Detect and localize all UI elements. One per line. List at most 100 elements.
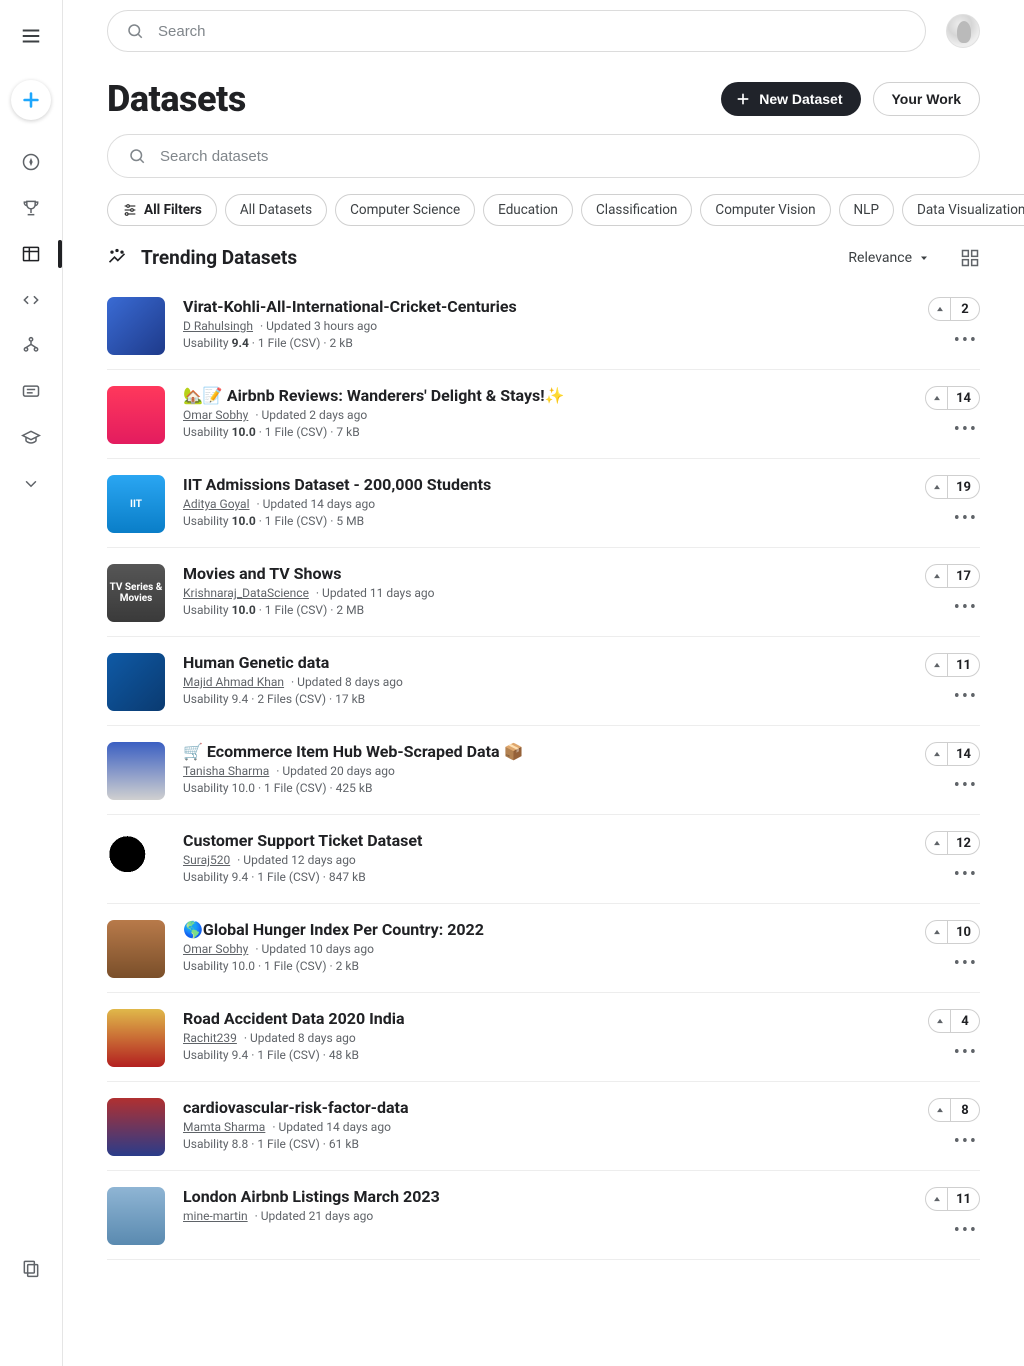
dataset-thumbnail: IIT: [107, 475, 165, 533]
upvote-button[interactable]: 4: [928, 1009, 980, 1033]
dataset-thumbnail: [107, 297, 165, 355]
dataset-title[interactable]: IIT Admissions Dataset - 200,000 Student…: [183, 475, 890, 494]
chip-data-visualization[interactable]: Data Visualization: [902, 194, 1024, 226]
upvote-button[interactable]: 11: [925, 1187, 980, 1211]
dataset-author[interactable]: Omar Sobhy: [183, 942, 248, 956]
nav-discussions[interactable]: [13, 374, 49, 410]
chip-classification[interactable]: Classification: [581, 194, 692, 226]
dataset-thumbnail: [107, 386, 165, 444]
dataset-title[interactable]: London Airbnb Listings March 2023: [183, 1187, 890, 1206]
avatar[interactable]: [946, 14, 980, 48]
more-menu-icon[interactable]: •••: [954, 1138, 980, 1150]
dataset-author[interactable]: Majid Ahmad Khan: [183, 675, 284, 689]
dataset-row[interactable]: IIT IIT Admissions Dataset - 200,000 Stu…: [107, 459, 980, 548]
filter-chip-row: All Filters All Datasets Computer Scienc…: [63, 194, 1024, 246]
dataset-row[interactable]: TV Series & Movies Movies and TV Shows K…: [107, 548, 980, 637]
datasets-search-input[interactable]: [160, 148, 959, 165]
dataset-row[interactable]: Road Accident Data 2020 India Rachit239 …: [107, 993, 980, 1082]
more-menu-icon[interactable]: •••: [954, 1227, 980, 1239]
dataset-title[interactable]: cardiovascular-risk-factor-data: [183, 1098, 890, 1117]
global-search-input[interactable]: [158, 23, 907, 40]
dataset-thumbnail: [107, 1098, 165, 1156]
upvote-count: 11: [948, 1188, 979, 1210]
upvote-button[interactable]: 11: [925, 653, 980, 677]
upvote-button[interactable]: 8: [928, 1098, 980, 1122]
dataset-stats: Usability 8.8 · 1 File (CSV) · 61 kB: [183, 1137, 890, 1151]
chip-computer-vision[interactable]: Computer Vision: [700, 194, 830, 226]
hamburger-menu-icon[interactable]: [13, 18, 49, 54]
chip-education[interactable]: Education: [483, 194, 573, 226]
page-title: Datasets: [107, 78, 709, 120]
dataset-title[interactable]: Movies and TV Shows: [183, 564, 890, 583]
upvote-button[interactable]: 2: [928, 297, 980, 321]
dataset-title[interactable]: Customer Support Ticket Dataset: [183, 831, 890, 850]
chip-all-filters[interactable]: All Filters: [107, 194, 217, 226]
nav-competitions[interactable]: [13, 190, 49, 226]
nav-home[interactable]: [13, 144, 49, 180]
nav-models[interactable]: [13, 328, 49, 364]
caret-up-icon: [929, 1010, 951, 1032]
dataset-author[interactable]: Krishnaraj_DataScience: [183, 586, 309, 600]
more-menu-icon[interactable]: •••: [954, 782, 980, 794]
dataset-author[interactable]: Aditya Goyal: [183, 497, 250, 511]
dataset-updated: Updated 8 days ago: [241, 1031, 356, 1045]
more-menu-icon[interactable]: •••: [954, 515, 980, 527]
dataset-author[interactable]: Tanisha Sharma: [183, 764, 269, 778]
dataset-title[interactable]: Road Accident Data 2020 India: [183, 1009, 890, 1028]
datasets-search[interactable]: [107, 134, 980, 178]
upvote-button[interactable]: 14: [925, 386, 980, 410]
dataset-author[interactable]: D Rahulsingh: [183, 319, 253, 333]
dataset-updated: Updated 3 hours ago: [257, 319, 377, 333]
dataset-row[interactable]: 🌎Global Hunger Index Per Country: 2022 O…: [107, 904, 980, 993]
dataset-author[interactable]: mine-martin: [183, 1209, 248, 1223]
dataset-thumbnail: [107, 831, 165, 889]
chip-computer-science[interactable]: Computer Science: [335, 194, 475, 226]
dataset-row[interactable]: Customer Support Ticket Dataset Suraj520…: [107, 815, 980, 904]
more-menu-icon[interactable]: •••: [954, 960, 980, 972]
more-menu-icon[interactable]: •••: [954, 693, 980, 705]
more-menu-icon[interactable]: •••: [954, 426, 980, 438]
nav-code[interactable]: [13, 282, 49, 318]
dataset-author[interactable]: Omar Sobhy: [183, 408, 248, 422]
upvote-button[interactable]: 14: [925, 742, 980, 766]
caret-up-icon: [929, 298, 951, 320]
dataset-row[interactable]: 🏡📝 Airbnb Reviews: Wanderers' Delight & …: [107, 370, 980, 459]
dataset-row[interactable]: London Airbnb Listings March 2023 mine-m…: [107, 1171, 980, 1260]
dataset-title[interactable]: Virat-Kohli-All-International-Cricket-Ce…: [183, 297, 890, 316]
your-work-button[interactable]: Your Work: [873, 82, 981, 116]
sort-dropdown[interactable]: Relevance: [848, 250, 930, 266]
caret-up-icon: [926, 387, 948, 409]
more-menu-icon[interactable]: •••: [954, 337, 980, 349]
dataset-stats: Usability 10.0 · 1 File (CSV) · 7 kB: [183, 425, 890, 439]
chip-nlp[interactable]: NLP: [839, 194, 894, 226]
upvote-button[interactable]: 19: [925, 475, 980, 499]
grid-view-toggle[interactable]: [960, 248, 980, 268]
more-menu-icon[interactable]: •••: [954, 604, 980, 616]
nav-learn[interactable]: [13, 420, 49, 456]
nav-events[interactable]: [13, 1250, 49, 1286]
upvote-button[interactable]: 17: [925, 564, 980, 588]
dataset-title[interactable]: 🛒 Ecommerce Item Hub Web-Scraped Data 📦: [183, 742, 890, 761]
dataset-author[interactable]: Rachit239: [183, 1031, 237, 1045]
dataset-row[interactable]: cardiovascular-risk-factor-data Mamta Sh…: [107, 1082, 980, 1171]
more-menu-icon[interactable]: •••: [954, 871, 980, 883]
create-button[interactable]: [11, 80, 51, 120]
dataset-title[interactable]: Human Genetic data: [183, 653, 890, 672]
new-dataset-button[interactable]: New Dataset: [721, 82, 860, 116]
dataset-author[interactable]: Mamta Sharma: [183, 1120, 265, 1134]
dataset-stats: Usability 9.4 · 1 File (CSV) · 2 kB: [183, 336, 890, 350]
dataset-row[interactable]: Human Genetic data Majid Ahmad Khan Upda…: [107, 637, 980, 726]
dataset-row[interactable]: Virat-Kohli-All-International-Cricket-Ce…: [107, 281, 980, 370]
dataset-author[interactable]: Suraj520: [183, 853, 230, 867]
nav-more[interactable]: [13, 466, 49, 502]
search-icon: [126, 22, 144, 40]
chip-all-datasets[interactable]: All Datasets: [225, 194, 327, 226]
dataset-title[interactable]: 🏡📝 Airbnb Reviews: Wanderers' Delight & …: [183, 386, 890, 405]
dataset-row[interactable]: 🛒 Ecommerce Item Hub Web-Scraped Data 📦 …: [107, 726, 980, 815]
nav-datasets[interactable]: [13, 236, 49, 272]
upvote-button[interactable]: 10: [925, 920, 980, 944]
upvote-button[interactable]: 12: [925, 831, 980, 855]
global-search[interactable]: [107, 10, 926, 52]
more-menu-icon[interactable]: •••: [954, 1049, 980, 1061]
dataset-title[interactable]: 🌎Global Hunger Index Per Country: 2022: [183, 920, 890, 939]
